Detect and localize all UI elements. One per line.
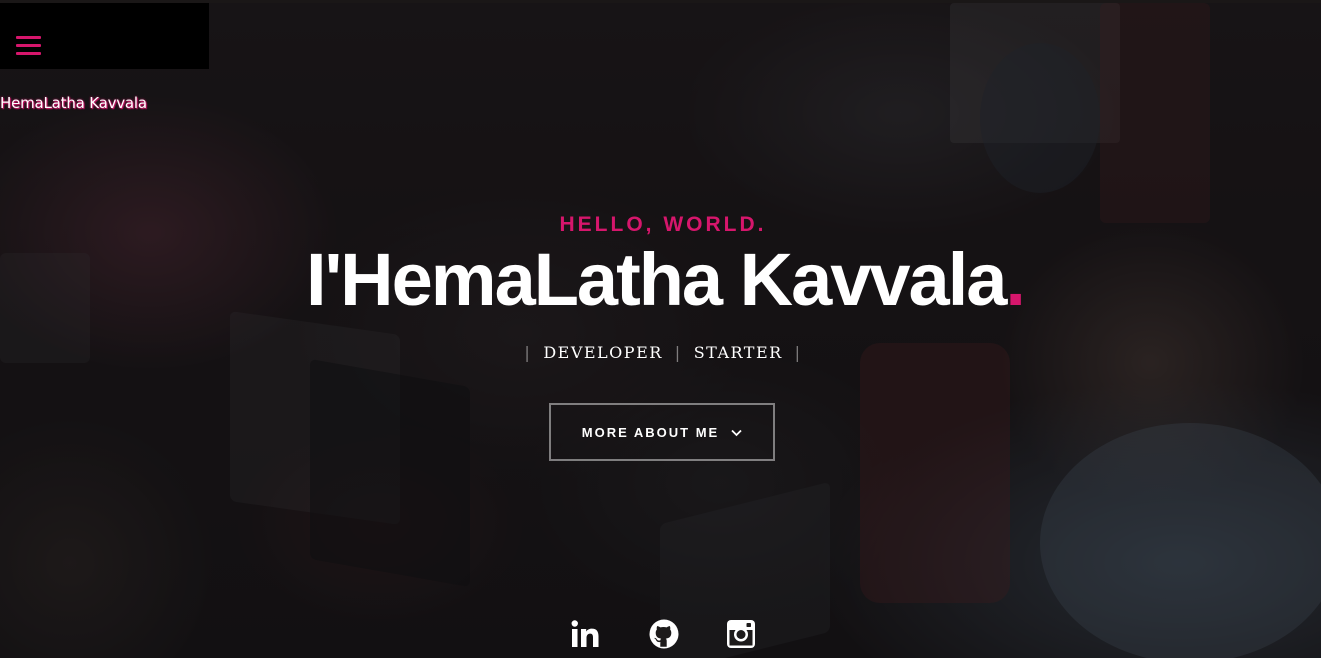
- role-separator: |: [674, 343, 682, 362]
- site-brand[interactable]: HemaLatha Kavvala: [0, 94, 147, 112]
- linkedin-icon[interactable]: [570, 618, 602, 650]
- hero-greeting: HELLO, WORLD.: [559, 213, 767, 236]
- github-icon[interactable]: [648, 618, 680, 650]
- role-separator: |: [524, 343, 532, 362]
- hero-title-dot: .: [1005, 238, 1026, 321]
- instagram-icon[interactable]: [725, 618, 757, 650]
- role-developer: DEVELOPER: [543, 343, 663, 362]
- more-about-me-label: MORE ABOUT ME: [581, 424, 720, 440]
- role-separator: |: [794, 343, 802, 362]
- background-overlay: [0, 3, 1321, 658]
- menu-bar: [0, 3, 209, 69]
- more-about-me-button[interactable]: MORE ABOUT ME: [549, 403, 775, 461]
- chevron-down-icon: [731, 425, 742, 440]
- role-starter: STARTER: [693, 343, 783, 362]
- hero-roles: | DEVELOPER | STARTER |: [0, 343, 1321, 362]
- hero-title: I'HemaLatha Kavvala.: [0, 243, 1321, 317]
- hero-title-text: I'HemaLatha Kavvala: [306, 238, 1007, 321]
- hamburger-menu-icon[interactable]: [16, 36, 41, 57]
- social-links: [570, 618, 760, 652]
